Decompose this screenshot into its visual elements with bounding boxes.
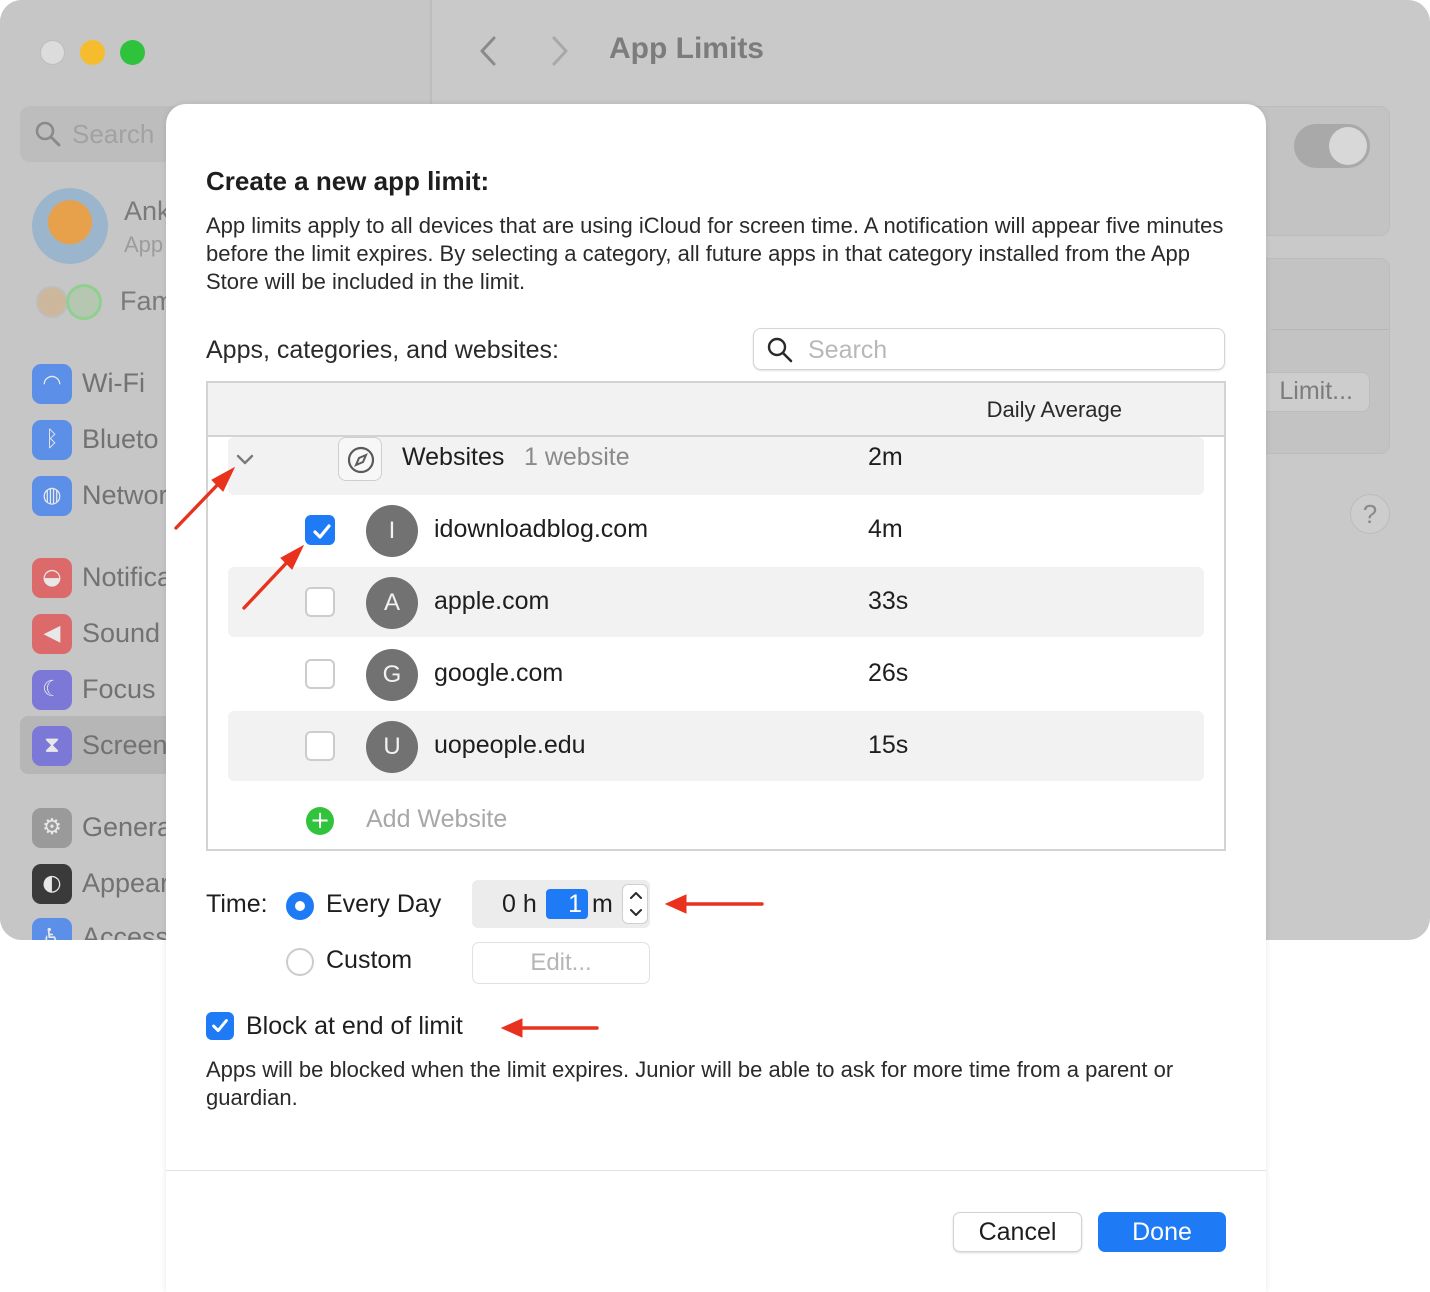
accessibility-icon: ♿ [32, 918, 72, 940]
close-window-button[interactable] [40, 40, 65, 65]
block-at-end-checkbox[interactable] [206, 1012, 234, 1040]
user-name[interactable]: Ank [124, 196, 171, 227]
sidebar-item-label: Screen [82, 730, 168, 760]
website-domain: apple.com [434, 587, 550, 615]
websites-group-count: 1 website [524, 443, 630, 471]
apps-table: Daily Average Websites 1 website 2m I id… [206, 381, 1226, 851]
sheet-title: Create a new app limit: [206, 166, 490, 196]
bluetooth-icon: ᛒ [32, 420, 72, 460]
moon-icon: ☾ [32, 670, 72, 710]
done-button[interactable]: Done [1098, 1212, 1226, 1252]
chevron-up-icon [630, 892, 642, 899]
speaker-icon: ◀ [32, 614, 72, 654]
website-daily-average: 33s [868, 587, 909, 615]
website-daily-average: 4m [868, 515, 903, 543]
window-title: App Limits [609, 32, 764, 65]
bell-icon: ◒ [32, 558, 72, 598]
every-day-radio[interactable] [286, 892, 314, 920]
search-icon [34, 120, 62, 153]
add-website-plus-icon[interactable]: + [306, 807, 334, 835]
sidebar-item-label: Genera [82, 812, 173, 842]
block-description: Apps will be blocked when the limit expi… [206, 1057, 1174, 1110]
safari-compass-icon [338, 437, 382, 481]
sidebar-item-label: Blueto [82, 424, 159, 454]
minutes-field[interactable]: 1 [546, 889, 588, 919]
hours-field[interactable]: 0 h [502, 890, 537, 919]
wifi-icon: ◠ [32, 364, 72, 404]
back-chevron-icon[interactable] [474, 34, 502, 73]
custom-label[interactable]: Custom [326, 946, 412, 975]
new-app-limit-sheet: Create a new app limit: App limits apply… [166, 104, 1266, 1292]
zoom-window-button[interactable] [120, 40, 145, 65]
website-letter-avatar: A [366, 577, 418, 629]
add-website-button[interactable]: Add Website [366, 805, 507, 834]
sidebar-item-label: Wi-Fi [82, 368, 145, 398]
sidebar-item-label: Access [82, 922, 170, 940]
custom-radio[interactable] [286, 948, 314, 976]
minimize-window-button[interactable] [80, 40, 105, 65]
website-checkbox-google[interactable] [305, 659, 335, 689]
footer-divider [166, 1170, 1266, 1171]
family-avatar [36, 286, 68, 318]
daily-average-column-header[interactable]: Daily Average [987, 397, 1122, 423]
app-limits-toggle[interactable] [1294, 124, 1370, 168]
apps-search-field[interactable]: Search [753, 328, 1225, 370]
website-checkbox-uopeople[interactable] [305, 731, 335, 761]
website-domain: google.com [434, 659, 564, 687]
time-label: Time: [206, 890, 268, 918]
website-checkbox-apple[interactable] [305, 587, 335, 617]
website-checkbox-idownloadblog[interactable] [305, 515, 335, 545]
sidebar-item-label: Appear [82, 868, 170, 898]
time-limit-stepper[interactable]: 0 h 1 m [472, 880, 650, 928]
sidebar-item-label: Sound [82, 618, 161, 648]
edit-custom-schedule-button[interactable]: Edit... [472, 942, 650, 984]
hourglass-icon: ⧗ [32, 726, 72, 766]
appearance-icon: ◐ [32, 864, 72, 904]
user-subtitle: App [124, 232, 164, 257]
website-domain: idownloadblog.com [434, 515, 649, 543]
website-letter-avatar: G [366, 649, 418, 701]
sheet-description: App limits apply to all devices that are… [206, 213, 1224, 294]
websites-group-time: 2m [868, 443, 903, 471]
gear-icon: ⚙ [32, 808, 72, 848]
website-letter-avatar: U [366, 721, 418, 773]
globe-icon: ◍ [32, 476, 72, 516]
search-icon [766, 336, 794, 369]
user-avatar[interactable] [32, 188, 108, 264]
cancel-button[interactable]: Cancel [953, 1212, 1082, 1252]
table-header: Daily Average [208, 383, 1224, 437]
block-at-end-label[interactable]: Block at end of limit [246, 1012, 463, 1041]
website-letter-avatar: I [366, 505, 418, 557]
sidebar-item-label: Notifica [82, 562, 173, 592]
sidebar-search-placeholder: Search [72, 119, 155, 149]
sidebar-item-label: Networ [82, 480, 168, 510]
websites-group-name: Websites [402, 443, 505, 471]
help-button[interactable]: ? [1350, 494, 1390, 534]
website-domain: uopeople.edu [434, 731, 586, 759]
sidebar-item-label: Focus [82, 674, 156, 704]
forward-chevron-icon[interactable] [546, 34, 574, 73]
apps-section-label: Apps, categories, and websites: [206, 336, 559, 364]
every-day-label[interactable]: Every Day [326, 890, 441, 919]
chevron-down-icon [630, 909, 642, 916]
website-daily-average: 26s [868, 659, 909, 687]
add-limit-button[interactable]: Limit... [1255, 372, 1370, 412]
chevron-down-icon[interactable] [234, 453, 256, 472]
minutes-unit: m [592, 890, 613, 918]
website-daily-average: 15s [868, 731, 909, 759]
family-avatar [66, 284, 102, 320]
stepper-arrows[interactable] [622, 884, 648, 924]
search-placeholder: Search [808, 336, 888, 364]
